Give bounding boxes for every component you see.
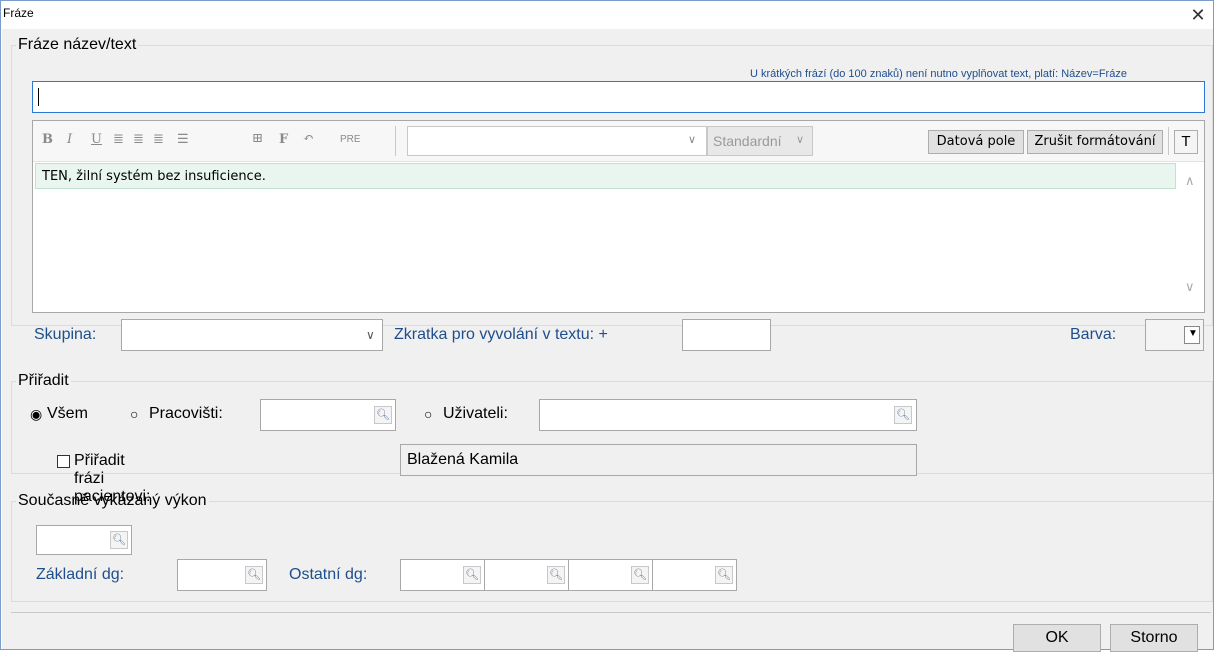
align-left-icon[interactable]: ≣: [113, 132, 124, 147]
lookup-icon[interactable]: 🔍︎: [631, 566, 649, 584]
other-dg-input-1[interactable]: 🔍︎: [400, 559, 485, 591]
pre-button[interactable]: PRE: [340, 134, 361, 145]
chevron-down-icon: ∨: [688, 134, 697, 146]
undo-icon[interactable]: ↶: [303, 131, 314, 146]
close-icon[interactable]: ✕: [1184, 1, 1212, 29]
checkbox-icon: [57, 455, 70, 468]
phrase-section-title: Fráze název/text: [18, 36, 137, 53]
basic-dg-label: Základní dg:: [36, 566, 125, 583]
patient-field: Blažená Kamila: [400, 444, 917, 476]
format-icon[interactable]: F: [279, 132, 288, 147]
user-radio-label: Uživateli:: [443, 405, 508, 422]
dropdown-button[interactable]: ▼: [1184, 326, 1200, 344]
window-title: Fráze: [3, 6, 34, 20]
list-icon[interactable]: ☰: [177, 132, 189, 147]
bold-button[interactable]: B: [42, 132, 53, 147]
color-label: Barva:: [1070, 326, 1117, 343]
font-select[interactable]: ∨: [407, 126, 707, 156]
performance-input[interactable]: 🔍︎: [36, 525, 132, 555]
radio-unselected-icon: ○: [424, 406, 433, 422]
lookup-icon[interactable]: 🔍︎: [463, 566, 481, 584]
workplace-input[interactable]: 🔍︎: [260, 399, 396, 431]
editor-frame: B I U ≣ ≣ ≣ ☰ ⊞ F ↶ PRE ∨ Standardní ∨ D…: [32, 120, 1205, 313]
ok-button[interactable]: OK: [1013, 624, 1101, 652]
shortcut-label: Zkratka pro vyvolání v textu: +: [394, 326, 608, 343]
other-dg-input-3[interactable]: 🔍︎: [568, 559, 653, 591]
other-dg-input-4[interactable]: 🔍︎: [652, 559, 737, 591]
lookup-icon[interactable]: 🔍︎: [715, 566, 733, 584]
lookup-icon[interactable]: 🔍︎: [547, 566, 565, 584]
text-mode-button[interactable]: T: [1174, 130, 1198, 154]
basic-dg-input[interactable]: 🔍︎: [177, 559, 267, 591]
patient-name: Blažená Kamila: [407, 451, 519, 468]
group-label: Skupina:: [34, 326, 97, 343]
group-select[interactable]: ∨: [121, 319, 383, 351]
color-picker[interactable]: ▼: [1145, 319, 1204, 351]
style-select[interactable]: Standardní ∨: [707, 126, 813, 156]
chevron-down-icon: ∨: [366, 328, 375, 342]
phrase-hint: U krátkých frází (do 100 znaků) není nut…: [750, 68, 1127, 80]
scroll-up-icon[interactable]: ∧: [1185, 173, 1195, 189]
lookup-icon[interactable]: 🔍︎: [374, 406, 392, 424]
table-icon[interactable]: ⊞: [252, 131, 263, 146]
lookup-icon[interactable]: 🔍︎: [894, 406, 912, 424]
toolbar-divider: [1168, 127, 1169, 155]
assign-section-title: Přiřadit: [18, 372, 69, 389]
scroll-down-icon[interactable]: ∨: [1185, 279, 1195, 295]
other-dg-label: Ostatní dg:: [289, 566, 368, 583]
chevron-down-icon: ▼: [1188, 328, 1198, 339]
radio-selected-icon: ◉: [30, 406, 43, 422]
text-cursor: [38, 88, 39, 106]
title-bar: Fráze ✕: [1, 1, 1213, 29]
lookup-icon[interactable]: 🔍︎: [110, 531, 128, 549]
lookup-icon[interactable]: 🔍︎: [245, 566, 263, 584]
cancel-button[interactable]: Storno: [1110, 624, 1198, 652]
align-center-icon[interactable]: ≣: [133, 132, 144, 147]
phrase-name-input[interactable]: [32, 81, 1205, 113]
underline-button[interactable]: U: [91, 132, 102, 147]
data-fields-button[interactable]: Datová pole: [928, 130, 1024, 154]
footer-divider: [11, 612, 1211, 613]
italic-button[interactable]: I: [67, 132, 72, 147]
all-radio-label: Všem: [47, 405, 88, 422]
align-right-icon[interactable]: ≣: [153, 132, 164, 147]
clear-formatting-button[interactable]: Zrušit formátování: [1027, 130, 1163, 154]
phrase-dialog: Fráze ✕ Fráze název/text U krátkých fráz…: [0, 0, 1214, 652]
other-dg-input-2[interactable]: 🔍︎: [484, 559, 569, 591]
toolbar-divider: [395, 126, 396, 156]
style-select-value: Standardní: [713, 133, 782, 149]
editor-line[interactable]: TEN, žilní systém bez insuficience.: [35, 163, 1176, 189]
shortcut-input[interactable]: [682, 319, 771, 351]
chevron-down-icon: ∨: [796, 134, 805, 146]
performance-section-title: Současně vykázaný výkon: [18, 492, 207, 509]
editor-toolbar: B I U ≣ ≣ ≣ ☰ ⊞ F ↶ PRE ∨ Standardní ∨ D…: [33, 121, 1204, 162]
workplace-radio-label: Pracovišti:: [149, 405, 223, 422]
radio-unselected-icon: ○: [130, 406, 139, 422]
dialog-body: Fráze název/text U krátkých frází (do 10…: [2, 29, 1213, 652]
editor-text: TEN, žilní systém bez insuficience.: [42, 169, 266, 184]
user-input[interactable]: 🔍︎: [539, 399, 917, 431]
